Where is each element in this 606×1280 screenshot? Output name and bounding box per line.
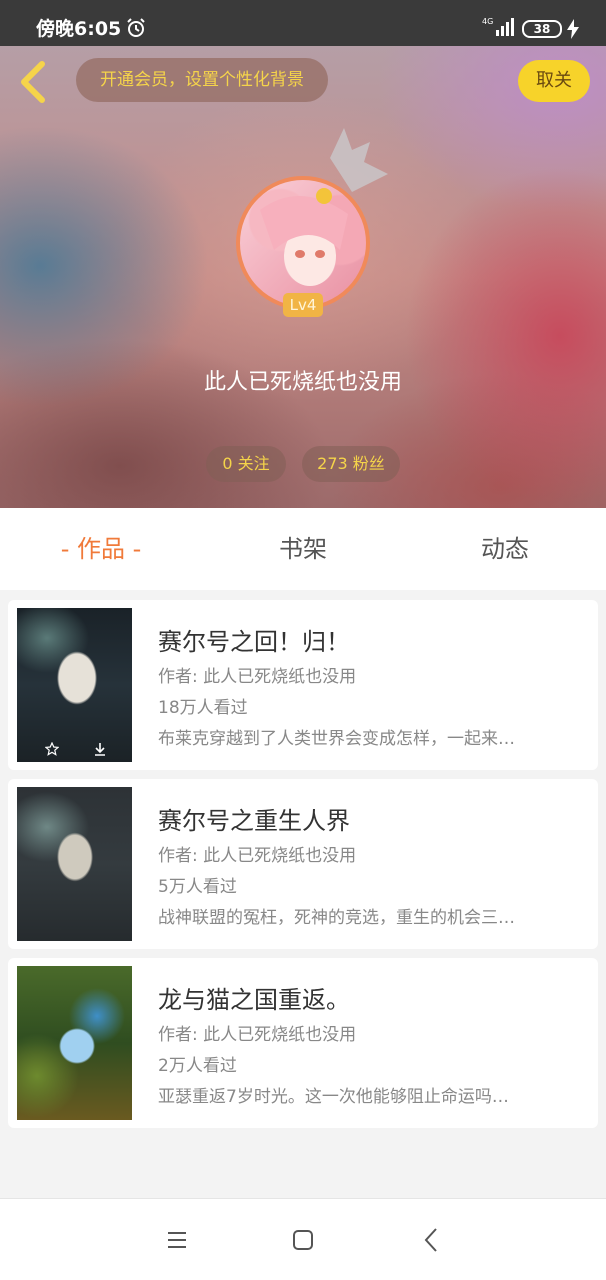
back-nav-icon[interactable] <box>420 1227 442 1253</box>
fans-count[interactable]: 273 粉丝 <box>302 446 400 482</box>
menu-icon[interactable] <box>166 1229 188 1251</box>
book-cover[interactable] <box>17 608 132 762</box>
star-icon <box>45 742 59 756</box>
book-title[interactable]: 赛尔号之回！归！ <box>158 622 350 657</box>
book-views: 5万人看过 <box>158 877 237 897</box>
list-item[interactable]: 赛尔号之重生人界 作者: 此人已死烧纸也没用 5万人看过 战神联盟的冤枉，死神的… <box>8 779 598 949</box>
book-author: 作者: 此人已死烧纸也没用 <box>158 846 357 866</box>
list-item[interactable]: 赛尔号之回！归！ 作者: 此人已死烧纸也没用 18万人看过 布莱克穿越到了人类世… <box>8 600 598 770</box>
home-icon[interactable] <box>292 1229 314 1251</box>
level-badge: Lv4 <box>283 293 323 317</box>
unfollow-button[interactable]: 取关 <box>518 60 590 102</box>
avatar[interactable] <box>236 176 370 310</box>
tab-feed[interactable]: 动态 <box>404 508 606 590</box>
profile-header: 开通会员，设置个性化背景 取关 Lv4 此人已死烧纸也没用 0 关注 273 粉… <box>0 46 606 508</box>
book-description: 亚瑟重返7岁时光。这一次他能够阻止命运吗… <box>158 1087 509 1107</box>
following-count[interactable]: 0 关注 <box>206 446 286 482</box>
tab-bar: - 作品 - 书架 动态 <box>0 508 606 590</box>
signal-icon: 4G <box>482 17 514 36</box>
status-time: 傍晚6:05 <box>36 18 122 40</box>
list-item[interactable]: 龙与猫之国重返。 作者: 此人已死烧纸也没用 2万人看过 亚瑟重返7岁时光。这一… <box>8 958 598 1128</box>
book-description: 战神联盟的冤枉，死神的竞选，重生的机会三… <box>158 908 515 928</box>
book-views: 18万人看过 <box>158 698 248 718</box>
system-nav-bar <box>0 1198 606 1280</box>
tab-bookshelf[interactable]: 书架 <box>202 508 404 590</box>
battery-icon: 38 <box>522 20 562 38</box>
vip-background-banner[interactable]: 开通会员，设置个性化背景 <box>76 58 328 102</box>
works-list: 赛尔号之回！归！ 作者: 此人已死烧纸也没用 18万人看过 布莱克穿越到了人类世… <box>0 590 606 1138</box>
charging-icon <box>567 19 579 39</box>
tab-works[interactable]: - 作品 - <box>0 508 202 590</box>
status-bar: 傍晚6:05 4G 38 <box>0 0 606 46</box>
book-author: 作者: 此人已死烧纸也没用 <box>158 1025 357 1045</box>
book-author: 作者: 此人已死烧纸也没用 <box>158 667 357 687</box>
back-button[interactable] <box>14 60 54 104</box>
download-icon <box>95 743 105 756</box>
book-description: 布莱克穿越到了人类世界会变成怎样，一起来… <box>158 729 515 749</box>
book-title[interactable]: 赛尔号之重生人界 <box>158 801 350 836</box>
svg-text:4G: 4G <box>482 17 493 26</box>
book-title[interactable]: 龙与猫之国重返。 <box>158 980 350 1015</box>
book-cover[interactable] <box>17 787 132 941</box>
book-views: 2万人看过 <box>158 1056 237 1076</box>
alarm-icon <box>127 18 145 37</box>
book-cover[interactable] <box>17 966 132 1120</box>
username: 此人已死烧纸也没用 <box>203 370 402 395</box>
